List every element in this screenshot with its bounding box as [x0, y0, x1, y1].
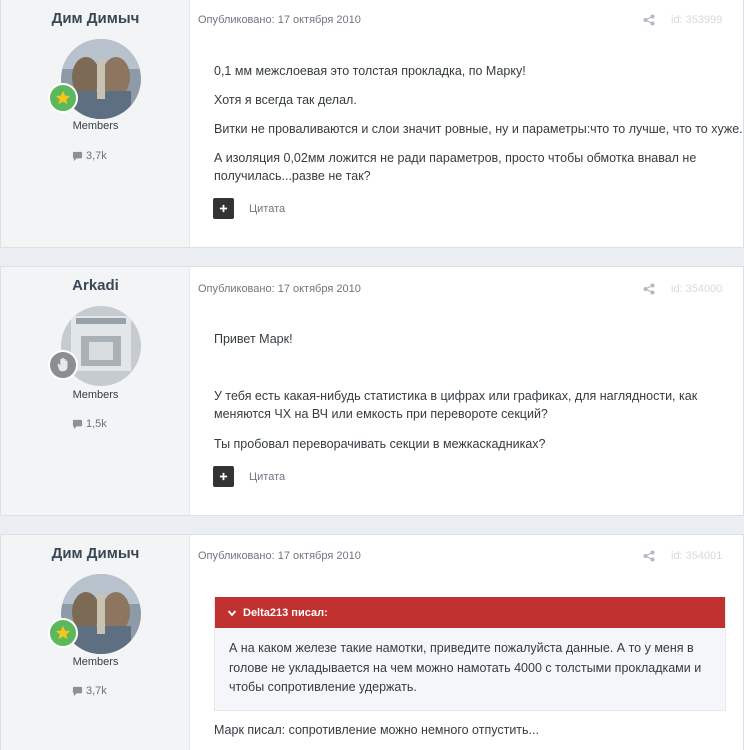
comment-icon	[72, 686, 83, 696]
rank-badge	[48, 350, 78, 380]
post-paragraph: Витки не проваливаются и слои значит ров…	[214, 122, 744, 136]
reputation-value: 3,7k	[86, 150, 107, 162]
reputation-count: 3,7k	[72, 150, 107, 162]
comment-icon	[72, 419, 83, 429]
post-content: Привет Марк! У тебя есть какая-нибудь ст…	[214, 267, 734, 515]
author-name[interactable]: Дим Димыч	[1, 545, 190, 562]
quote-button[interactable]	[213, 198, 234, 219]
post-paragraph: меняются ЧХ на ВЧ или емкость при перево…	[214, 407, 548, 421]
post-353999: Дим Димыч Members 3,7k Опубликовано: 17 …	[0, 0, 744, 248]
post-paragraph: Ты пробовал переворачивать секции в межк…	[214, 437, 546, 451]
rank-badge	[48, 618, 78, 648]
post-paragraph: Хотя я всегда так делал.	[214, 93, 357, 107]
post-paragraph: 0,1 мм межслоевая это толстая прокладка,…	[214, 64, 526, 78]
hand-icon	[57, 357, 68, 372]
star-icon	[55, 625, 71, 640]
plus-icon	[219, 472, 228, 481]
post-354000: Arkadi Members 1,5k Опубликовано: 17 окт…	[0, 266, 744, 516]
post-paragraph: Марк писал: сопротивление можно немного …	[214, 723, 539, 737]
reputation-value: 1,5k	[86, 418, 107, 430]
plus-icon	[219, 204, 228, 213]
star-icon	[55, 90, 71, 105]
reputation-count: 1,5k	[72, 418, 107, 430]
member-group: Members	[72, 656, 119, 668]
post-paragraph: получилась...разве не так?	[214, 169, 371, 183]
author-name[interactable]: Дим Димыч	[1, 10, 190, 27]
author-panel: Дим Димыч Members 3,7k	[1, 535, 190, 750]
post-paragraph: А изоляция 0,02мм ложится не ради параме…	[214, 151, 697, 165]
post-paragraph: Привет Марк!	[214, 332, 293, 346]
member-group: Members	[72, 389, 119, 401]
author-panel: Дим Димыч Members 3,7k	[1, 0, 190, 247]
quote-label[interactable]: Цитата	[249, 471, 285, 483]
quote-button[interactable]	[213, 466, 234, 487]
author-panel: Arkadi Members 1,5k	[1, 267, 190, 515]
post-354001: Дим Димыч Members 3,7k Опубликовано: 17 …	[0, 534, 744, 750]
post-paragraph: У тебя есть какая-нибудь статистика в ци…	[214, 389, 698, 403]
post-content: Марк писал: сопротивление можно немного …	[214, 535, 734, 750]
reputation-count: 3,7k	[72, 685, 107, 697]
comment-icon	[72, 151, 83, 161]
rank-badge	[48, 83, 78, 113]
post-content: 0,1 мм межслоевая это толстая прокладка,…	[214, 0, 743, 247]
quote-label[interactable]: Цитата	[249, 203, 285, 215]
reputation-value: 3,7k	[86, 685, 107, 697]
author-name[interactable]: Arkadi	[1, 277, 190, 294]
member-group: Members	[72, 120, 119, 132]
